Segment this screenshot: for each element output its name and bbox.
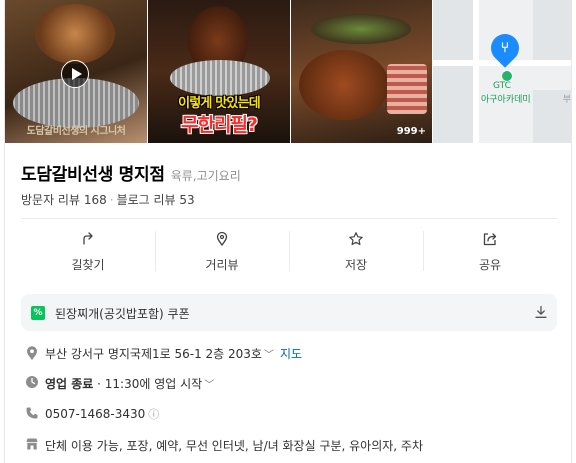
save-button[interactable]: 저장 <box>289 219 423 282</box>
separator-dot: · <box>109 193 114 207</box>
map-block <box>533 0 571 60</box>
meat-image <box>299 50 389 120</box>
place-header: 도담갈비선생 명지점 육류,고기요리 <box>21 160 241 185</box>
directions-button[interactable]: 길찾기 <box>21 219 155 282</box>
address-text[interactable]: 부산 강서구 명지국제1로 56-1 2층 203호 <box>45 347 262 361</box>
coupon-banner[interactable]: % 된장찌개(공깃밥포함) 쿠폰 <box>21 294 557 331</box>
visitor-reviews-link[interactable]: 방문자 리뷰 168 <box>21 193 107 207</box>
map-road <box>473 0 479 143</box>
phone-icon <box>26 407 38 419</box>
share-label: 공유 <box>478 258 502 272</box>
amenities-row: 단체 이용 가능, 포장, 예약, 무선 인터넷, 남/녀 화장실 구분, 유아… <box>21 436 561 456</box>
clock-icon <box>26 376 38 388</box>
map-poi-label: 아구아카데미 <box>481 95 531 105</box>
map-link[interactable]: 지도 <box>280 347 302 361</box>
location-icon <box>27 346 37 360</box>
side-dishes-image <box>311 14 411 44</box>
pork-belly-image <box>387 64 427 114</box>
photo-strip: 도담갈비선생의 시그니처 이렇게 맛있는데 무한리필? 999+ ⑂ GTC 아… <box>5 0 571 143</box>
hours-status: 영업 종료 <box>45 377 94 391</box>
phone-number[interactable]: 0507-1468-3430 <box>45 407 145 421</box>
coupon-icon: % <box>31 306 45 320</box>
grill-image <box>170 60 270 96</box>
photo-video-thumbnail[interactable]: 도담갈비선생의 시그니처 <box>5 0 147 143</box>
hours-row: 영업 종료 · 11:30에 영업 시작 ﹀ <box>21 374 561 394</box>
coupon-text: 된장찌개(공깃밥포함) 쿠폰 <box>55 307 190 321</box>
share-icon <box>483 233 497 246</box>
directions-icon <box>83 232 93 245</box>
amenities-text: 단체 이용 가능, 포장, 예약, 무선 인터넷, 남/녀 화장실 구분, 유아… <box>45 439 424 453</box>
chevron-down-icon[interactable]: ﹀ <box>204 380 214 391</box>
directions-label: 길찾기 <box>71 258 105 272</box>
map-edge-label: 부 <box>562 95 571 105</box>
blog-reviews-link[interactable]: 블로그 리뷰 53 <box>117 193 195 207</box>
chevron-down-icon[interactable]: ﹀ <box>264 350 274 361</box>
meat-image <box>35 4 115 64</box>
place-card: 도담갈비선생의 시그니처 이렇게 맛있는데 무한리필? 999+ ⑂ GTC 아… <box>4 0 572 463</box>
info-icon[interactable]: ⓘ <box>148 408 159 421</box>
photo-count: 999+ <box>396 126 426 137</box>
map-thumbnail[interactable]: ⑂ GTC 아구아카데미 부 <box>433 0 571 143</box>
place-category: 육류,고기요리 <box>170 169 241 183</box>
street-view-label: 거리뷰 <box>205 258 239 272</box>
address-row: 부산 강서구 명지국제1로 56-1 2층 203호 ﹀ 지도 <box>21 344 561 364</box>
photo-table-spread[interactable]: 999+ <box>291 0 432 143</box>
street-view-icon <box>216 231 228 247</box>
save-label: 저장 <box>344 258 368 272</box>
star-icon <box>349 232 363 246</box>
share-button[interactable]: 공유 <box>423 219 557 282</box>
photo-caption: 도담갈비선생의 시그니처 <box>26 126 126 137</box>
restaurant-icon: ⑂ <box>500 40 510 56</box>
hours-detail: · 11:30에 영업 시작 <box>93 377 203 391</box>
street-view-button[interactable]: 거리뷰 <box>155 219 289 282</box>
section-divider <box>5 281 571 293</box>
place-name[interactable]: 도담갈비선생 명지점 <box>21 165 165 185</box>
download-icon[interactable] <box>534 305 548 319</box>
play-icon[interactable] <box>61 60 89 88</box>
phone-row: 0507-1468-3430 ⓘ <box>21 405 561 425</box>
photo-promo[interactable]: 이렇게 맛있는데 무한리필? <box>148 0 290 143</box>
promo-overlay-highlight: 무한리필? <box>181 114 258 136</box>
action-bar: 길찾기 거리뷰 저장 공유 <box>21 218 557 283</box>
review-summary: 방문자 리뷰 168 · 블로그 리뷰 53 <box>21 191 195 208</box>
promo-overlay-text: 이렇게 맛있는데 <box>178 96 261 111</box>
map-poi-label: GTC <box>493 81 511 91</box>
store-icon <box>26 438 38 450</box>
map-block <box>433 0 473 143</box>
